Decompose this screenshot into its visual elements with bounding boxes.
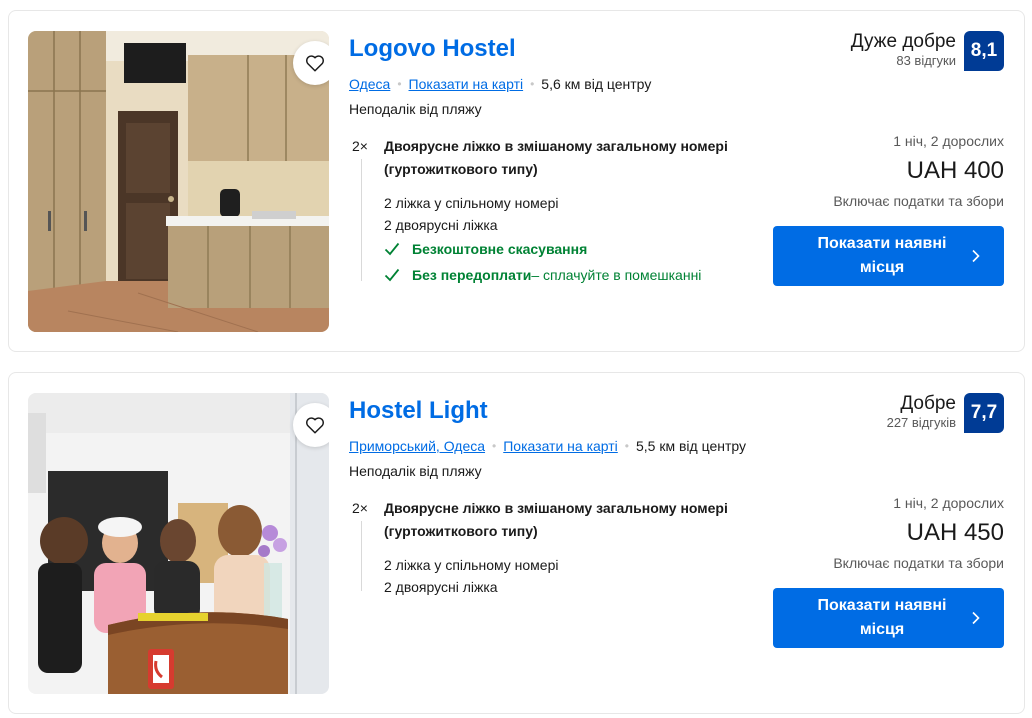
room-info: 2× Двоярусне ліжко в змішаному загальном…	[349, 497, 769, 595]
divider	[361, 159, 362, 281]
property-title[interactable]: Hostel Light	[349, 397, 488, 425]
room-beds-line: 2 ліжка у спільному номері	[384, 557, 559, 573]
location-link[interactable]: Приморський, Одеса	[349, 438, 485, 454]
rating-word: Дуже добре	[850, 31, 956, 52]
room-beds-type: 2 двоярусні ліжка	[384, 217, 498, 233]
price: UAH 400	[906, 157, 1004, 184]
taxes-note: Включає податки та збори	[833, 193, 1004, 209]
heart-outline-icon	[306, 55, 324, 72]
no-prepayment-benefit: Без передоплати – сплачуйте в помешканні	[384, 267, 701, 283]
save-favorite-button[interactable]	[293, 403, 329, 447]
save-favorite-button[interactable]	[293, 41, 329, 85]
location-line: Одеса • Показати на карті • 5,6 км від ц…	[349, 76, 651, 92]
stay-details: 1 ніч, 2 дорослих	[893, 133, 1004, 149]
room-multiplier: 2×	[352, 138, 368, 154]
price: UAH 450	[906, 519, 1004, 546]
property-photo[interactable]	[28, 393, 329, 694]
separator-dot: •	[530, 77, 535, 91]
checkmark-icon	[384, 242, 400, 256]
separator-dot: •	[624, 439, 629, 453]
heart-outline-icon	[306, 417, 324, 434]
checkmark-icon	[384, 268, 400, 282]
see-availability-button[interactable]: Показати наявні місця	[773, 226, 1004, 286]
divider	[361, 521, 362, 591]
hostel-kitchen-image	[28, 31, 329, 332]
hostel-reception-image	[28, 393, 329, 694]
rating-word: Добре	[900, 393, 956, 414]
room-title: Двоярусне ліжко в змішаному загальному н…	[384, 500, 728, 539]
room-beds-type: 2 двоярусні ліжка	[384, 579, 498, 595]
taxes-note: Включає податки та збори	[833, 555, 1004, 571]
benefit-label: Без передоплати	[412, 267, 532, 283]
location-line: Приморський, Одеса • Показати на карті •…	[349, 438, 746, 454]
property-card: Logovo Hostel Одеса • Показати на карті …	[8, 10, 1025, 352]
show-on-map-link[interactable]: Показати на карті	[503, 438, 618, 454]
separator-dot: •	[492, 439, 497, 453]
room-info: 2× Двоярусне ліжко в змішаному загальном…	[349, 135, 769, 283]
feature-text: Неподалік від пляжу	[349, 463, 482, 479]
button-label: Показати наявні місця	[817, 597, 947, 638]
property-photo[interactable]	[28, 31, 329, 332]
room-beds-line: 2 ліжка у спільному номері	[384, 195, 559, 211]
benefit-detail: – сплачуйте в помешканні	[531, 267, 702, 283]
price-block: 1 ніч, 2 дорослих UAH 400 Включає податк…	[833, 133, 1004, 209]
stay-details: 1 ніч, 2 дорослих	[893, 495, 1004, 511]
property-title[interactable]: Logovo Hostel	[349, 35, 516, 63]
separator-dot: •	[397, 77, 402, 91]
feature-text: Неподалік від пляжу	[349, 101, 482, 117]
review-count: 83 відгуки	[896, 53, 956, 68]
price-block: 1 ніч, 2 дорослих UAH 450 Включає податк…	[833, 495, 1004, 571]
review-score[interactable]: Добре 227 відгуків 7,7	[887, 393, 1004, 433]
room-title: Двоярусне ліжко в змішаному загальному н…	[384, 138, 728, 177]
see-availability-button[interactable]: Показати наявні місця	[773, 588, 1004, 648]
location-link[interactable]: Одеса	[349, 76, 390, 92]
distance-text: 5,5 км від центру	[636, 438, 747, 454]
chevron-right-icon	[972, 611, 980, 625]
score-badge: 8,1	[964, 31, 1004, 71]
review-score[interactable]: Дуже добре 83 відгуки 8,1	[851, 31, 1004, 71]
free-cancellation-benefit: Безкоштовне скасування	[384, 241, 587, 257]
benefit-label: Безкоштовне скасування	[412, 241, 588, 257]
distance-text: 5,6 км від центру	[541, 76, 652, 92]
button-label: Показати наявні місця	[817, 235, 947, 276]
property-card: Hostel Light Приморський, Одеса • Показа…	[8, 372, 1025, 714]
chevron-right-icon	[972, 249, 980, 263]
review-count: 227 відгуків	[886, 415, 956, 430]
score-badge: 7,7	[964, 393, 1004, 433]
show-on-map-link[interactable]: Показати на карті	[409, 76, 524, 92]
room-multiplier: 2×	[352, 500, 368, 516]
